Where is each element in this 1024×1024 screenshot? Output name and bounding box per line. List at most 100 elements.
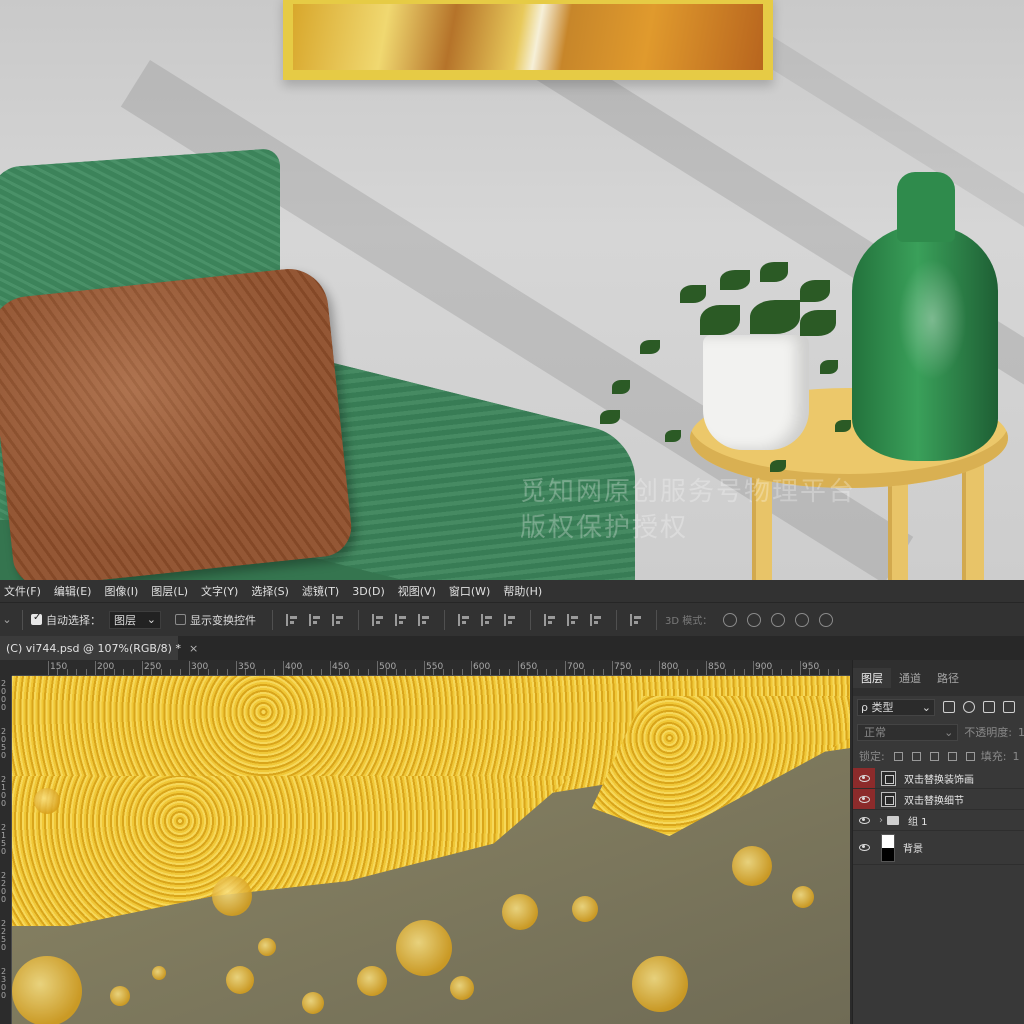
- separator: [616, 609, 617, 630]
- expand-chevron-icon[interactable]: ›: [879, 815, 883, 826]
- ruler-tick-label: 2250: [1, 919, 7, 952]
- bokeh-dot: [226, 966, 254, 994]
- opacity-value[interactable]: 1: [1018, 726, 1024, 739]
- layer-row[interactable]: › 组 1: [853, 810, 1024, 831]
- document-canvas[interactable]: [12, 676, 850, 1024]
- ruler-tick-label: 900: [755, 662, 773, 672]
- align-bottom-icon[interactable]: [332, 613, 345, 626]
- ruler-minor-tick: [160, 669, 162, 675]
- distribute-vcenter-icon[interactable]: [481, 613, 494, 626]
- tab-channels[interactable]: 通道: [891, 668, 929, 688]
- auto-align-icon[interactable]: [630, 613, 643, 626]
- visibility-toggle[interactable]: [853, 831, 875, 864]
- layer-row[interactable]: 双击替换细节: [853, 789, 1024, 810]
- blend-row: 正常 ⌄ 不透明度: 1: [853, 722, 1024, 742]
- visibility-toggle[interactable]: [853, 810, 875, 830]
- plant-leaf: [750, 300, 800, 334]
- ruler-minor-tick: [809, 669, 811, 675]
- ruler-minor-tick: [348, 669, 350, 675]
- align-top-icon[interactable]: [286, 613, 299, 626]
- 3d-pan-icon[interactable]: [771, 612, 786, 627]
- filter-pixel-icon[interactable]: [943, 701, 955, 713]
- align-hcenter-icon[interactable]: [395, 613, 408, 626]
- ruler-minor-tick: [828, 669, 830, 675]
- fill-value[interactable]: 1: [1012, 750, 1019, 763]
- menu-view[interactable]: 视图(V): [398, 583, 436, 599]
- show-transform-checkbox[interactable]: [175, 614, 186, 625]
- ruler-minor-tick: [66, 669, 68, 675]
- auto-select-dropdown[interactable]: 图层 ⌄: [109, 610, 161, 629]
- lock-position-icon[interactable]: [929, 751, 939, 761]
- menu-3d[interactable]: 3D(D): [352, 585, 385, 598]
- ruler-tick-label: 2050: [1, 727, 7, 760]
- blend-mode-dropdown[interactable]: 正常 ⌄: [857, 723, 959, 741]
- ruler-minor-tick: [734, 669, 736, 675]
- menu-edit[interactable]: 编辑(E): [54, 583, 92, 599]
- menu-image[interactable]: 图像(I): [104, 583, 138, 599]
- ruler-minor-tick: [489, 669, 491, 675]
- menu-window[interactable]: 窗口(W): [449, 583, 490, 599]
- ruler-minor-tick: [640, 669, 642, 675]
- align-vcenter-icon[interactable]: [309, 613, 322, 626]
- menu-help[interactable]: 帮助(H): [503, 583, 542, 599]
- ruler-minor-tick: [837, 669, 839, 675]
- filter-shape-icon[interactable]: [1003, 701, 1015, 713]
- menu-type[interactable]: 文字(Y): [201, 583, 238, 599]
- ruler-minor-tick: [226, 669, 228, 675]
- distribute-hcenter-icon[interactable]: [567, 613, 580, 626]
- auto-select-checkbox[interactable]: [31, 612, 42, 625]
- menu-filter[interactable]: 滤镜(T): [302, 583, 339, 599]
- frame-artwork: [293, 4, 763, 70]
- ruler-corner[interactable]: [0, 660, 12, 676]
- distribute-left-icon[interactable]: [544, 613, 557, 626]
- layer-row[interactable]: 双击替换装饰画: [853, 768, 1024, 789]
- 3d-slide-icon[interactable]: [795, 612, 810, 627]
- layer-filter-dropdown[interactable]: ρ 类型 ⌄: [857, 698, 935, 716]
- lock-artboard-icon[interactable]: [947, 751, 957, 761]
- align-left-icon[interactable]: [372, 613, 385, 626]
- tab-paths[interactable]: 路径: [929, 668, 967, 688]
- tool-preset-chevron-icon[interactable]: ⌄: [0, 613, 14, 626]
- lock-transparent-icon[interactable]: [893, 751, 903, 761]
- visibility-toggle[interactable]: [853, 789, 875, 809]
- distribute-bottom-icon[interactable]: [504, 613, 517, 626]
- distribute-top-icon[interactable]: [458, 613, 471, 626]
- gold-foil-area: [12, 776, 572, 926]
- lock-pixels-icon[interactable]: [911, 751, 921, 761]
- opacity-label: 不透明度:: [964, 726, 1012, 739]
- vertical-ruler[interactable]: 2000 2050 2100 2150 2200 2250 2300: [0, 676, 12, 1024]
- 3d-roll-icon[interactable]: [747, 612, 762, 627]
- eye-icon: [858, 844, 870, 851]
- align-right-icon[interactable]: [418, 613, 431, 626]
- ruler-tick: [565, 661, 566, 675]
- menu-layer[interactable]: 图层(L): [151, 583, 188, 599]
- ruler-minor-tick: [395, 669, 397, 675]
- close-icon[interactable]: ×: [189, 642, 198, 655]
- document-tab-bar: (C) vi744.psd @ 107%(RGB/8) * ×: [0, 636, 1024, 660]
- menu-file[interactable]: 文件(F): [4, 583, 41, 599]
- horizontal-ruler[interactable]: 150 200 250 300 350 400 450 500 550 600 650 700 750 8…: [12, 660, 850, 676]
- ruler-minor-tick: [273, 669, 275, 675]
- eye-icon: [858, 774, 870, 782]
- separator: [444, 609, 445, 630]
- ruler-minor-tick: [574, 669, 576, 675]
- filter-type-icon[interactable]: [983, 701, 995, 713]
- plant-leaf: [820, 360, 838, 374]
- visibility-toggle[interactable]: [853, 768, 875, 788]
- brown-leather-pillow: [0, 265, 355, 580]
- options-bar: ⌄ 自动选择： 图层 ⌄ 显示变换控件 3D 模式：: [0, 602, 1024, 636]
- tab-layers[interactable]: 图层: [853, 668, 891, 688]
- layer-row[interactable]: 背景: [853, 831, 1024, 865]
- filter-adjustment-icon[interactable]: [963, 701, 975, 713]
- ruler-tick-label: 450: [332, 662, 350, 672]
- menu-select[interactable]: 选择(S): [251, 583, 289, 599]
- lock-all-icon[interactable]: [965, 751, 975, 761]
- smart-object-icon: [881, 770, 896, 786]
- ruler-minor-tick: [301, 669, 303, 675]
- lock-row: 锁定: 填充: 1: [853, 746, 1024, 766]
- bokeh-dot: [110, 986, 130, 1006]
- document-tab[interactable]: (C) vi744.psd @ 107%(RGB/8) * ×: [0, 636, 198, 660]
- 3d-orbit-icon[interactable]: [723, 612, 738, 627]
- 3d-scale-icon[interactable]: [819, 612, 834, 627]
- distribute-right-icon[interactable]: [590, 613, 603, 626]
